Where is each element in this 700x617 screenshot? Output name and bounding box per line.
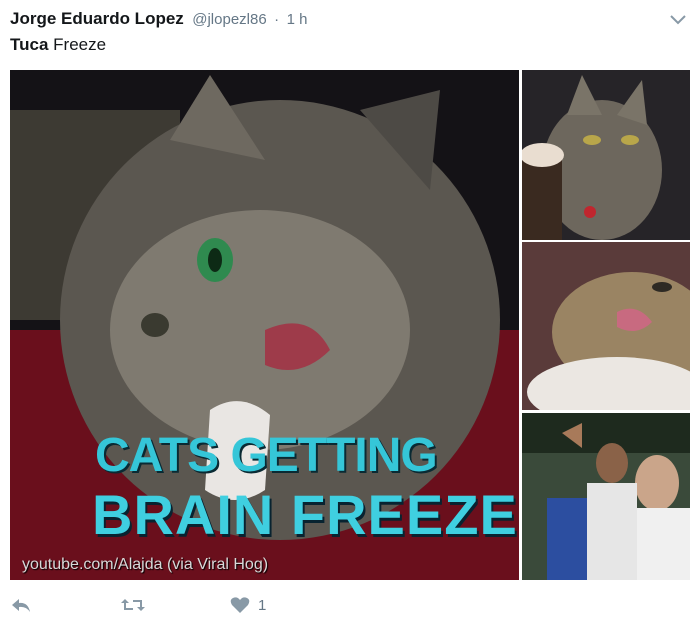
side-thumbnail-1[interactable] [522,70,690,240]
retweet-icon [121,599,145,611]
tweet-text-rest: Freeze [48,35,107,54]
tweet-timestamp[interactable]: 1 h [287,11,308,28]
reply-icon [12,599,30,612]
tweet-actions: 1 [10,596,310,617]
main-video-thumbnail[interactable]: CATS GETTING BRAIN FREEZE youtube.com/Al… [10,70,519,580]
tweet-header: Jorge Eduardo Lopez @jlopezl86 · 1 h [10,9,690,31]
cat-ice-cream-image [522,70,690,240]
reply-button[interactable] [10,596,32,614]
overlay-subtitle: BRAIN FREEZE [92,483,518,546]
media-grid: CATS GETTING BRAIN FREEZE youtube.com/Al… [10,70,690,584]
cat-face-image [522,242,690,410]
heart-icon [230,597,250,613]
meta-separator: · [274,11,280,28]
side-thumbnail-2[interactable] [522,242,690,410]
tweet-text: Tuca Freeze [10,35,106,55]
like-button[interactable]: 1 [230,596,266,614]
video-caption: youtube.com/Alajda (via Viral Hog) [22,556,269,573]
author-handle[interactable]: @jlopezl86 [192,11,266,28]
chevron-down-icon[interactable] [668,11,688,27]
like-count: 1 [258,596,267,614]
retweet-button[interactable] [120,596,146,614]
overlay-title: CATS GETTING [95,429,438,482]
crowd-image [522,413,690,580]
author-name[interactable]: Jorge Eduardo Lopez [10,9,184,28]
side-thumbnail-3[interactable] [522,413,690,580]
tweet-text-bold: Tuca [10,35,49,54]
